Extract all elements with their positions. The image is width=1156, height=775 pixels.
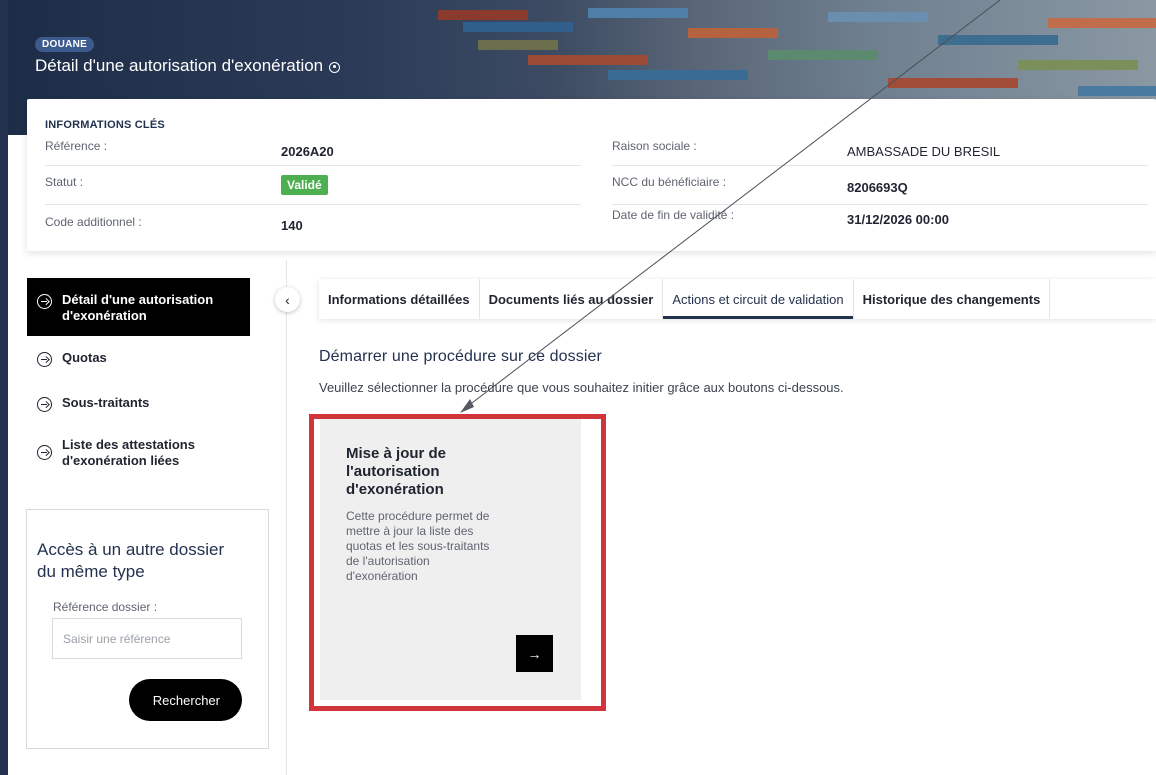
status-label: Statut :: [45, 175, 84, 189]
procedure-desc-line: mettre à jour la liste des: [346, 524, 474, 538]
circle-arrow-icon: [37, 294, 52, 309]
validity-end-value: 31/12/2026 00:00: [847, 212, 949, 227]
tab-actions-validation[interactable]: Actions et circuit de validation: [663, 279, 854, 319]
collapse-sidebar-button[interactable]: ‹: [275, 287, 300, 312]
tab-linked-documents[interactable]: Documents liés au dossier: [480, 279, 664, 319]
container-stack: [828, 12, 928, 22]
procedure-title-line: l'autorisation: [346, 463, 440, 480]
container-stack: [688, 28, 778, 38]
divider: [612, 165, 1148, 166]
sidebar-item-detail[interactable]: Détail d'une autorisation d'exonération: [27, 278, 250, 336]
left-border: [0, 0, 8, 775]
company-name-value: AMBASSADE DU BRESIL: [847, 144, 1001, 159]
circle-arrow-icon: [37, 445, 52, 460]
ncc-value: 8206693Q: [847, 180, 908, 195]
circle-arrow-icon: [37, 352, 52, 367]
container-stack: [888, 78, 1018, 88]
procedure-desc-line: de l'autorisation: [346, 554, 430, 568]
additional-code-label: Code additionnel :: [45, 215, 142, 229]
page-title: Détail d'une autorisation d'exonération: [35, 56, 341, 76]
procedure-desc-line: d'exonération: [346, 569, 418, 583]
access-panel-title: Accès à un autre dossier du même type: [37, 540, 225, 581]
reference-value: 2026A20: [281, 144, 334, 159]
key-info-card: INFORMATIONS CLÉS Référence : 2026A20 St…: [27, 99, 1156, 251]
sidebar-item-quotas[interactable]: Quotas: [37, 350, 107, 367]
key-info-title: INFORMATIONS CLÉS: [45, 119, 165, 131]
info-icon[interactable]: [329, 61, 341, 73]
container-stack: [588, 8, 688, 18]
procedure-title: Mise à jour de l'autorisation d'exonérat…: [346, 445, 516, 499]
procedure-desc-line: Cette procédure permet de: [346, 509, 490, 523]
container-stack: [478, 40, 558, 50]
container-stack: [1018, 60, 1138, 70]
tab-bar: Informations détaillées Documents liés a…: [319, 279, 1156, 319]
container-stack: [608, 70, 748, 80]
chevron-left-icon: ‹: [285, 291, 290, 308]
sidebar-item-subcontractors[interactable]: Sous-traitants: [37, 395, 149, 412]
divider: [45, 204, 581, 205]
sidebar-item-attestations[interactable]: Liste des attestations d'exonération lié…: [37, 437, 195, 469]
section-title: Démarrer une procédure sur ce dossier: [319, 348, 602, 365]
reference-label: Référence :: [45, 139, 108, 153]
procedure-title-line: Mise à jour de: [346, 445, 447, 462]
tab-change-history[interactable]: Historique des changements: [854, 279, 1051, 319]
additional-code-value: 140: [281, 218, 303, 233]
page: DOUANE Détail d'une autorisation d'exoné…: [0, 0, 1156, 775]
company-name-label: Raison sociale :: [612, 139, 697, 153]
container-stack: [938, 35, 1058, 45]
status-badge: Validé: [281, 175, 328, 195]
sidebar-item-label-line: Liste des attestations: [62, 437, 195, 452]
sidebar-divider: [286, 260, 287, 775]
page-title-text: Détail d'une autorisation d'exonération: [35, 56, 324, 75]
sidebar-item-label: Sous-traitants: [62, 395, 150, 410]
sidebar-item-label: Quotas: [62, 350, 107, 365]
annotation-arrow-head: [460, 399, 474, 413]
divider: [45, 165, 581, 166]
reference-input[interactable]: [52, 618, 242, 659]
container-stack: [1078, 86, 1156, 96]
section-subtitle: Veuillez sélectionner la procédure que v…: [319, 380, 844, 395]
start-procedure-button[interactable]: →: [516, 635, 553, 672]
sidebar-item-label: Liste des attestations d'exonération lié…: [62, 437, 195, 469]
procedure-desc-line: quotas et les sous-traitants: [346, 539, 490, 553]
sidebar-item-label-line: d'exonération: [62, 308, 147, 323]
divider: [612, 204, 1148, 205]
procedure-description: Cette procédure permet de mettre à jour …: [346, 509, 521, 584]
reference-field-label: Référence dossier :: [53, 600, 158, 614]
container-stack: [768, 50, 878, 60]
procedure-title-line: d'exonération: [346, 481, 444, 498]
arrow-right-icon: →: [527, 645, 542, 662]
circle-arrow-icon: [37, 397, 52, 412]
container-stack: [463, 22, 573, 32]
container-stack: [1048, 18, 1156, 28]
container-stack: [438, 10, 528, 20]
sidebar-item-label-line: Détail d'une autorisation: [62, 292, 214, 307]
validity-end-label: Date de fin de validité :: [612, 208, 735, 222]
sidebar-item-label-line: d'exonération liées: [62, 453, 180, 468]
ncc-label: NCC du bénéficiaire :: [612, 175, 727, 189]
tab-detailed-info[interactable]: Informations détaillées: [319, 279, 480, 319]
container-stack: [528, 55, 648, 65]
domain-badge: DOUANE: [35, 37, 95, 52]
sidebar-item-label: Détail d'une autorisation d'exonération: [62, 292, 213, 324]
search-button[interactable]: Rechercher: [129, 679, 242, 721]
